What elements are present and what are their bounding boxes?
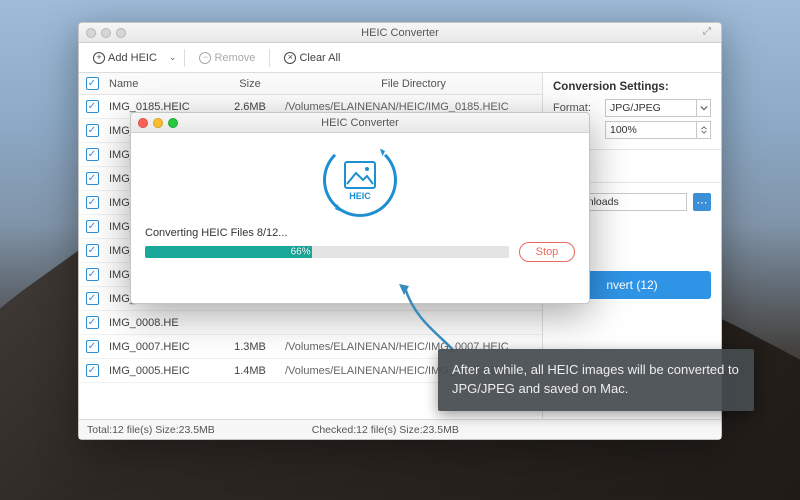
file-size: 1.4MB bbox=[215, 365, 285, 377]
row-checkbox[interactable] bbox=[86, 124, 99, 137]
row-checkbox[interactable] bbox=[86, 340, 99, 353]
file-size: 1.3MB bbox=[215, 341, 285, 353]
row-checkbox[interactable] bbox=[86, 172, 99, 185]
col-size[interactable]: Size bbox=[215, 78, 285, 90]
remove-label: Remove bbox=[214, 52, 255, 64]
convert-button-label: nvert (12) bbox=[606, 278, 657, 292]
status-checked: Checked:12 file(s) Size:23.5MB bbox=[312, 424, 459, 436]
file-name: IMG_0005.HEIC bbox=[105, 365, 215, 377]
zoom-icon[interactable] bbox=[168, 118, 178, 128]
col-dir[interactable]: File Directory bbox=[285, 78, 542, 90]
progress-dialog: HEIC Converter HEIC Converting HEIC File… bbox=[130, 112, 590, 304]
stop-button-label: Stop bbox=[536, 246, 559, 258]
quality-value: 100% bbox=[610, 124, 637, 136]
row-checkbox[interactable] bbox=[86, 364, 99, 377]
row-checkbox[interactable] bbox=[86, 148, 99, 161]
row-checkbox[interactable] bbox=[86, 100, 99, 113]
dialog-titlebar[interactable]: HEIC Converter bbox=[131, 113, 589, 133]
annotation-text: After a while, all HEIC images will be c… bbox=[452, 362, 739, 396]
status-total: Total:12 file(s) Size:23.5MB bbox=[87, 424, 215, 436]
file-name: IMG_0007.HEIC bbox=[105, 341, 215, 353]
plus-icon: + bbox=[93, 52, 105, 64]
minimize-icon[interactable] bbox=[101, 28, 111, 38]
progress-text: Converting HEIC Files 8/12... bbox=[145, 227, 287, 239]
quality-select[interactable]: 100% bbox=[605, 121, 711, 139]
table-row[interactable]: IMG_0008.HE bbox=[79, 311, 542, 335]
row-checkbox[interactable] bbox=[86, 292, 99, 305]
window-title: HEIC Converter bbox=[79, 27, 721, 39]
remove-button[interactable]: − Remove bbox=[193, 50, 261, 66]
toolbar: + Add HEIC ⌄ − Remove × Clear All bbox=[79, 43, 721, 73]
row-checkbox[interactable] bbox=[86, 244, 99, 257]
file-name: IMG_0008.HE bbox=[105, 317, 215, 329]
status-bar: Total:12 file(s) Size:23.5MB Checked:12 … bbox=[79, 419, 721, 439]
x-icon: × bbox=[284, 52, 296, 64]
col-name[interactable]: Name bbox=[105, 78, 215, 90]
clear-all-button[interactable]: × Clear All bbox=[278, 50, 346, 66]
format-value: JPG/JPEG bbox=[610, 102, 661, 114]
logo-text: HEIC bbox=[349, 191, 371, 201]
file-name: IMG_0185.HEIC bbox=[105, 101, 215, 113]
minus-icon: − bbox=[199, 52, 211, 64]
row-checkbox[interactable] bbox=[86, 196, 99, 209]
main-titlebar[interactable]: HEIC Converter ⤢ bbox=[79, 23, 721, 43]
clear-all-label: Clear All bbox=[299, 52, 340, 64]
close-icon[interactable] bbox=[138, 118, 148, 128]
minimize-icon[interactable] bbox=[153, 118, 163, 128]
annotation-callout: After a while, all HEIC images will be c… bbox=[438, 349, 754, 411]
stop-button[interactable]: Stop bbox=[519, 242, 575, 262]
select-all-checkbox[interactable] bbox=[86, 77, 99, 90]
resize-icon[interactable]: ⤢ bbox=[703, 26, 715, 38]
progress-bar: 66% bbox=[145, 246, 509, 258]
zoom-icon[interactable] bbox=[116, 28, 126, 38]
progress-percent: 66% bbox=[291, 247, 311, 258]
file-directory: /Volumes/ELAINENAN/HEIC/IMG_0185.HEIC bbox=[285, 101, 542, 113]
browse-button[interactable]: ⋯ bbox=[693, 193, 711, 211]
list-header: Name Size File Directory bbox=[79, 73, 542, 95]
file-size: 2.6MB bbox=[215, 101, 285, 113]
row-checkbox[interactable] bbox=[86, 220, 99, 233]
stepper-icon bbox=[696, 122, 710, 138]
settings-title: Conversion Settings: bbox=[553, 81, 711, 93]
chevron-down-icon bbox=[696, 100, 710, 116]
add-heic-dropdown[interactable]: ⌄ bbox=[169, 52, 177, 63]
add-heic-label: Add HEIC bbox=[108, 52, 157, 64]
add-heic-button[interactable]: + Add HEIC bbox=[87, 50, 163, 66]
row-checkbox[interactable] bbox=[86, 316, 99, 329]
dialog-title: HEIC Converter bbox=[131, 117, 589, 129]
close-icon[interactable] bbox=[86, 28, 96, 38]
app-logo-icon: HEIC bbox=[323, 143, 397, 217]
format-select[interactable]: JPG/JPEG bbox=[605, 99, 711, 117]
row-checkbox[interactable] bbox=[86, 268, 99, 281]
